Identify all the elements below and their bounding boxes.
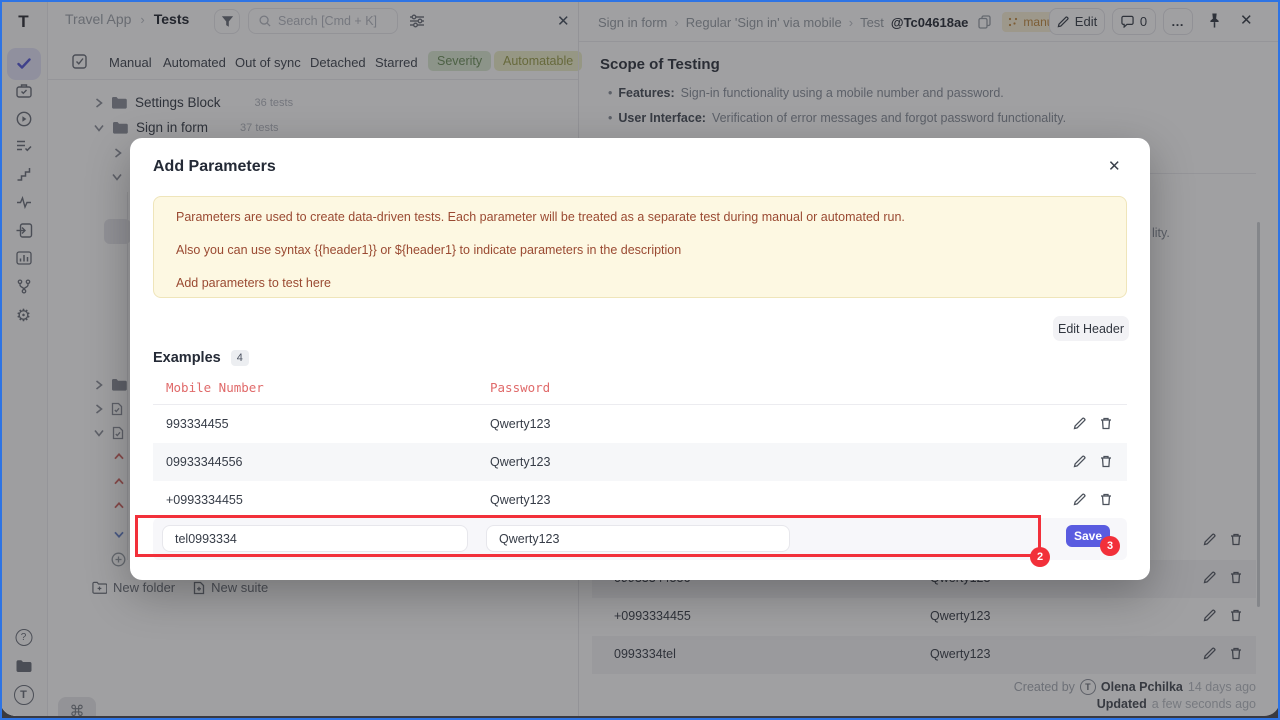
annotation-step-3: 3 (1100, 536, 1120, 556)
delete-row-icon[interactable] (1100, 493, 1112, 506)
examples-count-badge: 4 (231, 350, 249, 366)
edit-row-icon[interactable] (1073, 455, 1086, 468)
screen: T (0, 0, 1280, 720)
cell-password: Qwerty123 (490, 417, 550, 431)
add-parameters-modal: Add Parameters ✕ Parameters are used to … (130, 138, 1150, 580)
edit-header-button[interactable]: Edit Header (1053, 316, 1129, 341)
cell-mobile: +0993334455 (166, 493, 243, 507)
cell-mobile: 993334455 (166, 417, 229, 431)
table-row-stripe (153, 443, 1127, 481)
delete-row-icon[interactable] (1100, 417, 1112, 430)
modal-title: Add Parameters (153, 158, 276, 176)
row-actions (1073, 455, 1112, 468)
examples-header: Examples 4 (153, 350, 249, 366)
cell-password: Qwerty123 (490, 493, 550, 507)
cell-password: Qwerty123 (490, 455, 550, 469)
edit-row-icon[interactable] (1073, 493, 1086, 506)
row-actions (1073, 417, 1112, 430)
info-paragraph: Add parameters to test here (176, 276, 331, 290)
info-paragraph: Also you can use syntax {{header1}} or $… (176, 243, 681, 257)
column-header-password: Password (490, 380, 550, 395)
modal-close-icon[interactable]: ✕ (1108, 157, 1121, 175)
info-paragraph: Parameters are used to create data-drive… (176, 210, 905, 224)
delete-row-icon[interactable] (1100, 455, 1112, 468)
examples-title: Examples (153, 350, 221, 366)
edit-row-icon[interactable] (1073, 417, 1086, 430)
annotation-highlight-rect (135, 515, 1041, 557)
cell-mobile: 09933344556 (166, 455, 242, 469)
row-actions (1073, 493, 1112, 506)
annotation-step-2: 2 (1030, 547, 1050, 567)
column-header-mobile: Mobile Number (166, 380, 264, 395)
table-header-divider (153, 404, 1127, 405)
parameters-info-box: Parameters are used to create data-drive… (153, 196, 1127, 298)
